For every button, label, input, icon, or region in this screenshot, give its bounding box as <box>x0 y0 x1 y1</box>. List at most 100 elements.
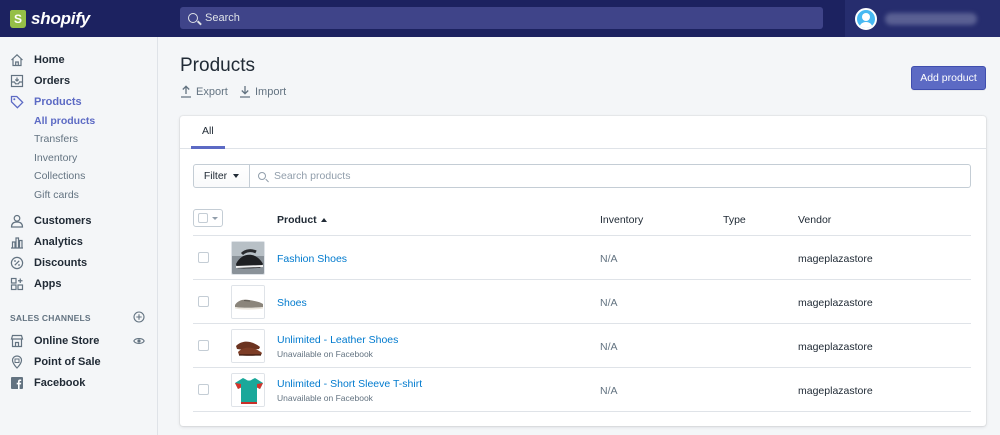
sidebar-subitem-transfers[interactable]: Transfers <box>34 133 78 147</box>
view-store-eye-icon[interactable] <box>133 335 145 347</box>
product-availability-note: Unavailable on Facebook <box>277 349 373 359</box>
inventory-value: N/A <box>600 297 618 309</box>
column-header-label: Product <box>277 214 317 226</box>
tab-all[interactable]: All <box>191 116 225 149</box>
sidebar-item-point-of-sale[interactable]: Point of Sale <box>10 354 101 370</box>
sidebar-item-label: Analytics <box>34 236 83 248</box>
filter-row: Filter Search products <box>193 164 971 188</box>
bulk-select-checkbox[interactable] <box>193 209 223 227</box>
sidebar-item-label: Customers <box>34 215 92 227</box>
customers-icon <box>10 214 24 228</box>
sidebar-item-products[interactable]: Products <box>10 94 82 110</box>
export-link[interactable]: Export <box>180 85 228 98</box>
user-name-redacted <box>885 12 977 25</box>
grey-shoe-image <box>232 286 264 318</box>
sidebar-item-discounts[interactable]: Discounts <box>10 255 87 271</box>
add-product-button[interactable]: Add product <box>911 66 986 90</box>
sidebar: Home Orders Products All products Transf… <box>0 37 158 435</box>
sidebar-item-label: Point of Sale <box>34 356 101 368</box>
sidebar-item-label: Products <box>34 96 82 108</box>
sidebar-subitem-inventory[interactable]: Inventory <box>34 152 77 166</box>
column-header-vendor: Vendor <box>798 214 832 226</box>
global-search-input[interactable]: Search <box>180 7 823 29</box>
search-placeholder: Search <box>205 12 240 24</box>
search-icon <box>188 13 198 23</box>
row-checkbox[interactable] <box>198 384 209 395</box>
sidebar-item-apps[interactable]: Apps <box>10 276 62 292</box>
column-header-product[interactable]: Product <box>277 214 327 226</box>
sidebar-item-label: Online Store <box>34 335 100 347</box>
facebook-icon <box>11 377 23 389</box>
sidebar-item-analytics[interactable]: Analytics <box>10 234 83 250</box>
page-title: Products <box>180 55 255 76</box>
checkbox-box <box>198 213 208 223</box>
filter-button[interactable]: Filter <box>193 164 250 188</box>
product-thumbnail[interactable] <box>231 329 265 363</box>
search-products-placeholder: Search products <box>274 170 351 182</box>
search-products-input[interactable]: Search products <box>250 164 971 188</box>
sidebar-subitem-all-products[interactable]: All products <box>34 115 95 129</box>
search-icon <box>258 172 266 180</box>
apps-icon <box>10 277 24 291</box>
leather-shoes-image <box>232 330 264 362</box>
table-header: Product Inventory Type Vendor <box>193 204 971 236</box>
caret-down-icon <box>233 174 240 178</box>
avatar[interactable] <box>855 7 877 30</box>
discounts-icon <box>10 256 24 270</box>
caret-down-icon <box>212 216 218 220</box>
store-icon <box>10 334 24 348</box>
export-icon <box>181 85 191 98</box>
sidebar-item-customers[interactable]: Customers <box>10 213 91 229</box>
table-row[interactable]: Fashion Shoes N/A mageplazastore <box>193 236 971 280</box>
sidebar-item-label: Home <box>34 54 65 66</box>
product-name-link[interactable]: Unlimited - Short Sleeve T-shirt <box>277 378 422 390</box>
vendor-value: mageplazastore <box>798 297 873 309</box>
shopify-bag-icon <box>10 9 26 28</box>
inventory-value: N/A <box>600 253 618 265</box>
row-checkbox[interactable] <box>198 296 209 307</box>
product-thumbnail[interactable] <box>231 241 265 275</box>
vendor-value: mageplazastore <box>798 385 873 397</box>
user-menu[interactable] <box>845 0 1000 37</box>
import-icon <box>240 86 250 98</box>
sidebar-item-facebook[interactable]: Facebook <box>10 375 85 391</box>
vendor-value: mageplazastore <box>798 253 873 265</box>
add-channel-icon[interactable] <box>133 311 145 323</box>
products-card: All Filter Search products Product Inven… <box>180 116 986 426</box>
row-checkbox[interactable] <box>198 252 209 263</box>
sidebar-item-label: Orders <box>34 75 71 87</box>
shopify-logo[interactable]: shopify <box>0 0 158 37</box>
product-name-link[interactable]: Shoes <box>277 297 307 309</box>
import-label: Import <box>255 85 287 98</box>
inventory-value: N/A <box>600 385 618 397</box>
vendor-value: mageplazastore <box>798 341 873 353</box>
logo-text: shopify <box>31 8 91 28</box>
import-link[interactable]: Import <box>239 85 286 98</box>
sidebar-item-online-store[interactable]: Online Store <box>10 333 99 349</box>
sidebar-item-label: Facebook <box>34 377 86 389</box>
sidebar-item-label: Discounts <box>34 257 88 269</box>
analytics-icon <box>11 237 23 249</box>
inventory-value: N/A <box>600 341 618 353</box>
filter-label: Filter <box>203 170 228 182</box>
orders-icon <box>10 74 24 88</box>
table-row[interactable]: Unlimited - Leather Shoes Unavailable on… <box>193 324 971 368</box>
table-row[interactable]: Shoes N/A mageplazastore <box>193 280 971 324</box>
row-checkbox[interactable] <box>198 340 209 351</box>
sidebar-item-home[interactable]: Home <box>10 52 65 68</box>
product-name-link[interactable]: Unlimited - Leather Shoes <box>277 334 398 346</box>
column-header-inventory: Inventory <box>600 214 644 226</box>
sidebar-item-orders[interactable]: Orders <box>10 73 70 89</box>
table-row[interactable]: Unlimited - Short Sleeve T-shirt Unavail… <box>193 368 971 412</box>
sort-ascending-icon <box>320 218 327 222</box>
sidebar-subitem-gift-cards[interactable]: Gift cards <box>34 189 79 203</box>
product-tabs: All <box>180 116 986 149</box>
sidebar-item-label: Apps <box>34 278 62 290</box>
product-thumbnail[interactable] <box>231 285 265 319</box>
product-availability-note: Unavailable on Facebook <box>277 393 373 403</box>
product-name-link[interactable]: Fashion Shoes <box>277 253 347 265</box>
top-bar: shopify Search <box>0 0 1000 37</box>
sales-channels-heading: SALES CHANNELS <box>10 313 91 323</box>
sidebar-subitem-collections[interactable]: Collections <box>34 170 85 184</box>
product-thumbnail[interactable] <box>231 373 265 407</box>
